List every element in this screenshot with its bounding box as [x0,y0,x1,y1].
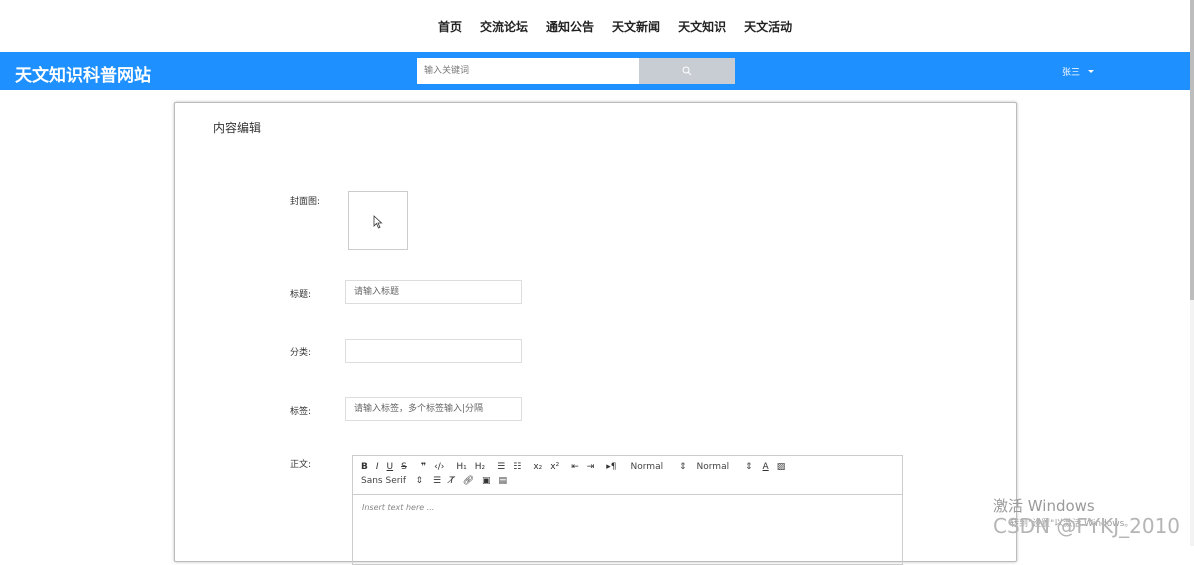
toolbar-row: Sans Serif ⇕ ☰ T̸ 🔗︎ ▣ ▤ [361,474,894,488]
scrollbar-thumb[interactable] [1190,0,1194,300]
subscript-button[interactable]: x₂ [533,462,542,472]
windows-activation-title: 激活 Windows [993,497,1095,515]
csdn-watermark: CSDN @FYKJ_2010 [993,514,1181,538]
rich-text-editor: B I U S ❞ ‹/› H₁ H₂ ☰ ☷ x₂ x² ⇤ ⇥ ▸¶ Nor… [352,455,903,565]
cover-label: 封面图: [290,197,321,207]
tags-input[interactable] [345,397,522,421]
chevron-down-icon [1088,70,1095,73]
toolbar-row: B I U S ❞ ‹/› H₁ H₂ ☰ ☷ x₂ x² ⇤ ⇥ ▸¶ Nor… [361,460,894,474]
select-arrows-icon: ⇕ [744,462,753,472]
category-label: 分类: [290,348,312,358]
content-edit-panel: 内容编辑 封面图: 标题: 分类: 标签: 正文: B I U S ❞ ‹/› … [174,102,1017,565]
image-icon[interactable]: ▣ [482,476,491,486]
nav-links: 首页 交流论坛 通知公告 天文新闻 天文知识 天文活动 [438,18,810,35]
nav-knowledge[interactable]: 天文知识 [678,18,726,35]
text-color-icon[interactable]: A [763,462,769,472]
cursor-icon [373,215,383,229]
code-block-button[interactable]: ‹/› [434,462,444,472]
bold-button[interactable]: B [361,462,368,472]
select-arrows-icon: ⇕ [415,476,423,486]
bullet-list-button[interactable]: ☷ [513,462,521,472]
user-menu[interactable]: 张三 [1062,65,1095,78]
superscript-button[interactable]: x² [550,462,559,472]
top-navigation: 首页 交流论坛 通知公告 天文新闻 天文知识 天文活动 [0,0,1194,52]
header1-button[interactable]: H₁ [456,462,466,472]
size-select[interactable]: Normal ⇕ [697,462,753,472]
select-arrows-icon: ⇕ [678,462,687,472]
body-label: 正文: [290,460,312,470]
blockquote-button[interactable]: ❞ [421,462,426,472]
title-input[interactable] [345,280,522,304]
scrollbar[interactable] [1190,0,1194,546]
indent-button[interactable]: ⇥ [587,462,595,472]
search-icon [682,66,692,76]
user-name: 张三 [1062,68,1081,78]
header-select[interactable]: Normal ⇕ [631,462,687,472]
nav-notices[interactable]: 通知公告 [546,18,594,35]
link-icon[interactable]: 🔗︎ [463,476,474,486]
title-label: 标题: [290,290,312,300]
header2-button[interactable]: H₂ [475,462,485,472]
font-select[interactable]: Sans Serif ⇕ [361,476,423,486]
strike-button[interactable]: S [401,462,407,472]
clear-format-icon[interactable]: T̸ [449,476,455,486]
align-icon[interactable]: ☰ [433,476,441,486]
site-logo[interactable]: 天文知识科普网站 [15,61,151,86]
underline-button[interactable]: U [387,462,394,472]
panel-title: 内容编辑 [213,121,262,135]
editor-content[interactable]: Insert text here ... [353,495,902,520]
search-input[interactable] [417,58,639,84]
header-select-value: Normal [630,462,664,472]
editor-toolbar: B I U S ❞ ‹/› H₁ H₂ ☰ ☷ x₂ x² ⇤ ⇥ ▸¶ Nor… [353,456,902,495]
background-color-icon[interactable]: ▨ [777,462,786,472]
category-input[interactable] [345,339,522,363]
text-direction-button[interactable]: ▸¶ [606,462,616,472]
cover-upload[interactable] [348,191,408,250]
size-select-value: Normal [696,462,730,472]
font-select-value: Sans Serif [361,476,407,486]
nav-news[interactable]: 天文新闻 [612,18,660,35]
italic-button[interactable]: I [376,462,379,472]
tags-label: 标签: [290,407,312,417]
ordered-list-button[interactable]: ☰ [497,462,505,472]
video-icon[interactable]: ▤ [499,476,508,486]
nav-activities[interactable]: 天文活动 [744,18,792,35]
header-bar: 天文知识科普网站 张三 [0,52,1190,90]
search-button[interactable] [639,58,735,84]
nav-forum[interactable]: 交流论坛 [480,18,528,35]
outdent-button[interactable]: ⇤ [571,462,579,472]
nav-home[interactable]: 首页 [438,18,462,35]
